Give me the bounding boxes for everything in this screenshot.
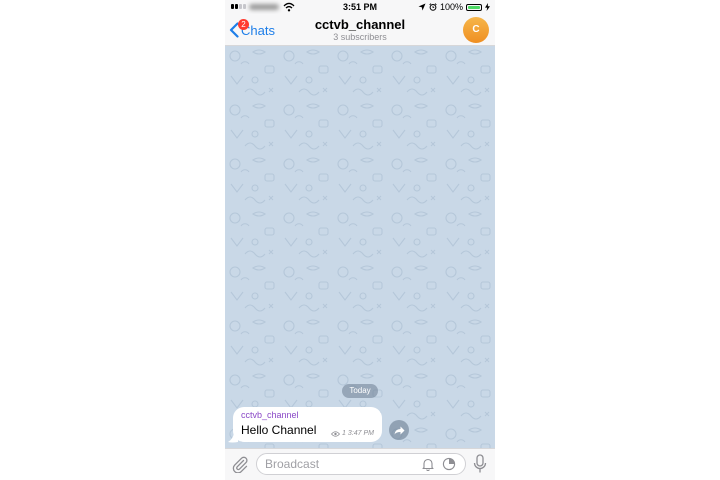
battery-percent: 100% [439, 2, 463, 12]
broadcast-input-container [256, 453, 466, 475]
message-time: 3:47 PM [347, 430, 374, 437]
alarm-icon [429, 3, 437, 11]
status-bar: 3:51 PM 100% [225, 0, 495, 14]
charging-icon [485, 3, 490, 11]
share-arrow-icon [394, 426, 404, 434]
navigation-bar: Chats 2 cctvb_channel 3 subscribers C [225, 14, 495, 46]
message-author: cctvb_channel [241, 410, 299, 420]
eye-icon [331, 430, 341, 437]
bell-icon[interactable] [421, 457, 435, 471]
status-right-group: 100% [418, 2, 490, 12]
unread-badge: 2 [238, 19, 249, 30]
broadcast-input[interactable] [265, 456, 415, 472]
timer-icon[interactable] [442, 457, 456, 471]
subscriber-count: 3 subscribers [333, 32, 387, 42]
date-separator: Today [342, 384, 378, 398]
microphone-icon[interactable] [472, 454, 488, 474]
view-count: 1 [342, 430, 346, 437]
channel-avatar[interactable]: C [463, 17, 489, 43]
battery-icon [466, 3, 482, 11]
phone-screen: 3:51 PM 100% Chats 2 cctvb_channel 3 sub… [225, 0, 495, 480]
input-bar [225, 448, 495, 480]
back-button[interactable]: Chats 2 [229, 19, 275, 41]
message-meta: 1 3:47 PM [331, 430, 374, 437]
chat-area[interactable]: Today cctvb_channel Hello Channel 1 3:47… [225, 46, 495, 448]
share-button[interactable] [389, 420, 409, 440]
channel-title[interactable]: cctvb_channel [285, 17, 435, 32]
paperclip-icon[interactable] [231, 455, 249, 473]
location-arrow-icon [418, 3, 426, 11]
message-bubble[interactable]: cctvb_channel Hello Channel 1 3:47 PM [233, 407, 382, 442]
